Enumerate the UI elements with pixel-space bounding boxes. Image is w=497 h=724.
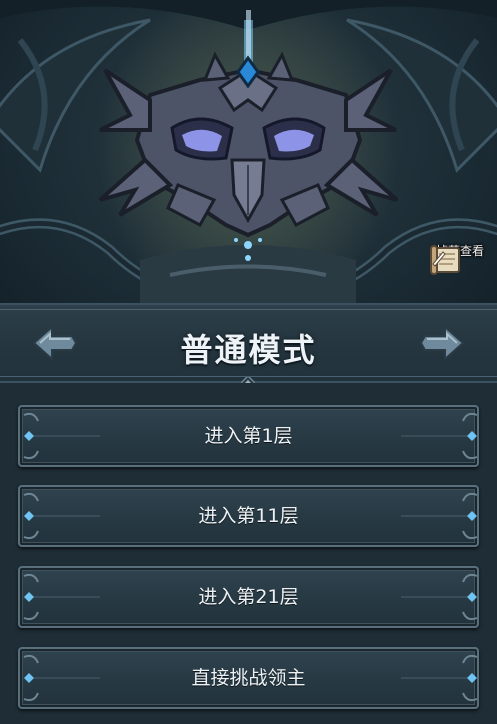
boss-artwork: 掉落查看	[0, 0, 497, 303]
floor-button-label: 直接挑战领主	[191, 667, 306, 689]
floor-button-1[interactable]: 进入第1层	[18, 405, 479, 467]
challenge-lord-button[interactable]: 直接挑战领主	[18, 647, 479, 709]
floor-button-list: 进入第1层 进入第11层 进入第21层 直接挑战领主	[0, 383, 497, 724]
loot-view-button[interactable]: 掉落查看	[429, 244, 491, 296]
mode-selector: 普通模式	[0, 303, 497, 390]
floor-button-label: 进入第1层	[204, 425, 293, 447]
floor-button-label: 进入第11层	[198, 505, 299, 527]
floor-button-21[interactable]: 进入第21层	[18, 566, 479, 628]
floor-button-11[interactable]: 进入第11层	[18, 485, 479, 547]
scroll-icon	[430, 245, 460, 275]
arrow-right-icon[interactable]	[419, 323, 465, 363]
boss-tower-screen: 掉落查看 普通模式	[0, 0, 497, 724]
floor-button-label: 进入第21层	[198, 586, 299, 608]
owl-mask-boss-illustration	[0, 0, 497, 303]
